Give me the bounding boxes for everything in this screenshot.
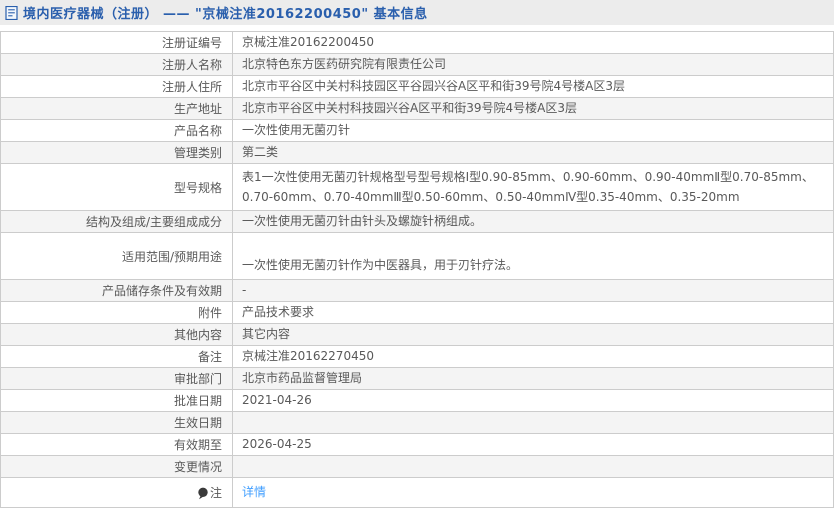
row-label: 生产地址 bbox=[0, 97, 233, 120]
document-icon bbox=[5, 5, 18, 20]
row-value: - bbox=[232, 279, 834, 302]
registration-info-table: 注册证编号 京械注准20162200450 注册人名称 北京特色东方医药研究院有… bbox=[0, 31, 834, 508]
row-label: 结构及组成/主要组成成分 bbox=[0, 210, 233, 233]
row-label: 变更情况 bbox=[0, 455, 233, 478]
row-value: 一次性使用无菌刃针作为中医器具，用于刃针疗法。 bbox=[232, 232, 834, 280]
detail-link[interactable]: 详情 bbox=[242, 485, 266, 499]
table-row: 适用范围/预期用途 一次性使用无菌刃针作为中医器具，用于刃针疗法。 bbox=[0, 232, 834, 280]
row-label: 注册人名称 bbox=[0, 53, 233, 76]
table-row: 其他内容 其它内容 bbox=[0, 323, 834, 346]
row-value: 产品技术要求 bbox=[232, 301, 834, 324]
table-row: 管理类别 第二类 bbox=[0, 141, 834, 164]
table-row: 注 详情 bbox=[0, 477, 834, 508]
table-row: 产品名称 一次性使用无菌刃针 bbox=[0, 119, 834, 142]
table-row: 批准日期 2021-04-26 bbox=[0, 389, 834, 412]
row-label: 产品名称 bbox=[0, 119, 233, 142]
header-bar: 境内医疗器械（注册） —— "京械注准20162200450" 基本信息 bbox=[0, 0, 834, 25]
row-value bbox=[232, 411, 834, 434]
table-row: 产品储存条件及有效期 - bbox=[0, 279, 834, 302]
row-value: 2026-04-25 bbox=[232, 433, 834, 456]
row-value: 北京市药品监督管理局 bbox=[232, 367, 834, 390]
page-title: 境内医疗器械（注册） —— "京械注准20162200450" 基本信息 bbox=[23, 7, 428, 22]
row-value: 其它内容 bbox=[232, 323, 834, 346]
row-value: 一次性使用无菌刃针 bbox=[232, 119, 834, 142]
row-value: 2021-04-26 bbox=[232, 389, 834, 412]
row-value: 表1一次性使用无菌刃针规格型号型号规格Ⅰ型0.90-85mm、0.90-60mm… bbox=[232, 163, 834, 211]
row-value bbox=[232, 455, 834, 478]
row-label: 备注 bbox=[0, 345, 233, 368]
table-row: 审批部门 北京市药品监督管理局 bbox=[0, 367, 834, 390]
row-label: 审批部门 bbox=[0, 367, 233, 390]
row-value: 北京市平谷区中关村科技园区平谷园兴谷A区平和街39号院4号楼A区3层 bbox=[232, 75, 834, 98]
row-label: 管理类别 bbox=[0, 141, 233, 164]
row-label: 注册人住所 bbox=[0, 75, 233, 98]
table-row: 生效日期 bbox=[0, 411, 834, 434]
row-label: 注 bbox=[0, 477, 233, 508]
row-value: 北京市平谷区中关村科技园兴谷A区平和街39号院4号楼A区3层 bbox=[232, 97, 834, 120]
table-row: 注册人住所 北京市平谷区中关村科技园区平谷园兴谷A区平和街39号院4号楼A区3层 bbox=[0, 75, 834, 98]
row-value: 第二类 bbox=[232, 141, 834, 164]
table-row: 生产地址 北京市平谷区中关村科技园兴谷A区平和街39号院4号楼A区3层 bbox=[0, 97, 834, 120]
table-row: 变更情况 bbox=[0, 455, 834, 478]
row-label: 附件 bbox=[0, 301, 233, 324]
table-row: 型号规格 表1一次性使用无菌刃针规格型号型号规格Ⅰ型0.90-85mm、0.90… bbox=[0, 163, 834, 211]
table-row: 有效期至 2026-04-25 bbox=[0, 433, 834, 456]
table-row: 注册证编号 京械注准20162200450 bbox=[0, 31, 834, 54]
row-value: 京械注准20162200450 bbox=[232, 31, 834, 54]
row-label: 产品储存条件及有效期 bbox=[0, 279, 233, 302]
table-row: 备注 京械注准20162270450 bbox=[0, 345, 834, 368]
note-label-text: 注 bbox=[209, 485, 222, 500]
comment-bubble-icon bbox=[197, 487, 209, 500]
row-label: 生效日期 bbox=[0, 411, 233, 434]
row-label: 有效期至 bbox=[0, 433, 233, 456]
row-value: 详情 bbox=[232, 477, 834, 508]
row-value: 一次性使用无菌刃针由针头及螺旋针柄组成。 bbox=[232, 210, 834, 233]
row-value: 北京特色东方医药研究院有限责任公司 bbox=[232, 53, 834, 76]
table-row: 注册人名称 北京特色东方医药研究院有限责任公司 bbox=[0, 53, 834, 76]
table-row: 附件 产品技术要求 bbox=[0, 301, 834, 324]
row-label: 适用范围/预期用途 bbox=[0, 232, 233, 280]
row-label: 型号规格 bbox=[0, 163, 233, 211]
row-label: 批准日期 bbox=[0, 389, 233, 412]
row-label: 其他内容 bbox=[0, 323, 233, 346]
table-row: 结构及组成/主要组成成分 一次性使用无菌刃针由针头及螺旋针柄组成。 bbox=[0, 210, 834, 233]
row-label: 注册证编号 bbox=[0, 31, 233, 54]
row-value: 京械注准20162270450 bbox=[232, 345, 834, 368]
